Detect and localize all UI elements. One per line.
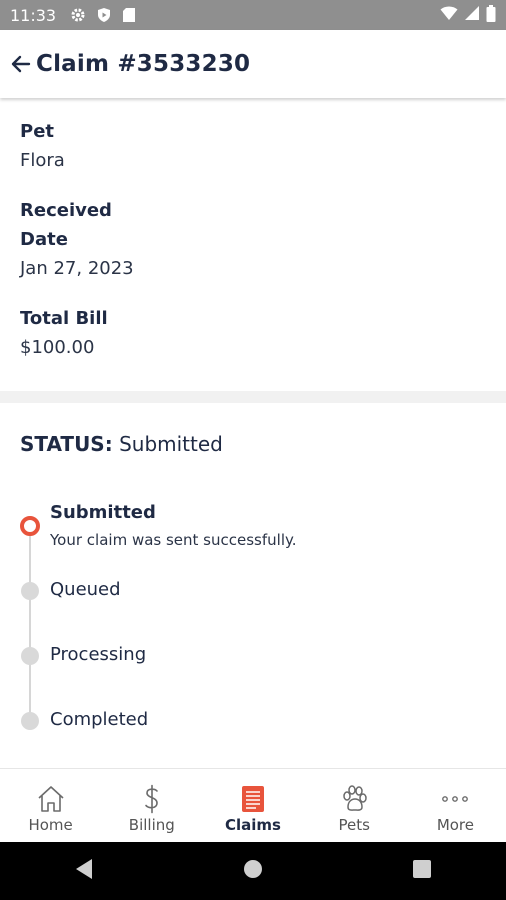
step-dot-queued — [21, 582, 39, 600]
timeline-line — [29, 526, 31, 722]
step-title-submitted: Submitted — [50, 502, 156, 523]
received-date-field: Received Date Jan 27, 2023 — [20, 196, 134, 283]
document-icon — [241, 783, 265, 815]
received-date-label-line2: Date — [20, 229, 68, 250]
system-recents-button[interactable] — [412, 859, 432, 883]
status-value: Submitted — [119, 432, 223, 456]
nav-pets-label: Pets — [338, 816, 370, 834]
nav-more[interactable]: More — [405, 769, 506, 843]
total-bill-field: Total Bill $100.00 — [20, 304, 108, 362]
triangle-back-icon — [76, 859, 92, 879]
status-bar: 11:33 — [0, 0, 506, 30]
bottom-nav: Home Billing Claims Pets More — [0, 768, 506, 843]
step-title-queued: Queued — [50, 579, 121, 600]
arrow-left-icon — [11, 55, 31, 73]
wifi-icon — [440, 5, 458, 25]
nav-claims-label: Claims — [225, 816, 281, 834]
section-divider — [0, 391, 506, 403]
nav-home[interactable]: Home — [0, 769, 101, 843]
nav-more-label: More — [436, 816, 474, 834]
nav-home-label: Home — [28, 816, 73, 834]
claim-details: Pet Flora Received Date Jan 27, 2023 Tot… — [0, 100, 506, 390]
received-date-value: Jan 27, 2023 — [20, 258, 134, 279]
step-dot-processing — [21, 647, 39, 665]
status-prefix: STATUS: — [20, 432, 113, 456]
pet-label: Pet — [20, 121, 55, 142]
step-description-submitted: Your claim was sent successfully. — [50, 531, 297, 549]
nav-pets[interactable]: Pets — [304, 769, 405, 843]
step-dot-submitted — [20, 516, 40, 536]
settings-icon — [70, 7, 86, 23]
system-back-button[interactable] — [74, 858, 94, 884]
home-icon — [36, 783, 66, 815]
more-icon — [440, 783, 470, 815]
circle-home-icon — [244, 860, 262, 878]
nav-claims[interactable]: Claims — [202, 769, 303, 843]
step-title-completed: Completed — [50, 709, 149, 730]
app-bar: Claim #3533230 — [0, 30, 506, 98]
pet-field: Pet Flora — [20, 117, 65, 175]
status-heading: STATUS: Submitted — [20, 432, 223, 456]
nav-billing-label: Billing — [128, 816, 175, 834]
signal-icon — [464, 5, 480, 25]
back-button[interactable] — [8, 51, 34, 77]
battery-icon — [486, 4, 496, 26]
square-recents-icon — [413, 860, 431, 878]
pet-value: Flora — [20, 150, 65, 171]
status-time: 11:33 — [10, 5, 57, 25]
total-bill-value: $100.00 — [20, 337, 95, 358]
received-date-label-line1: Received — [20, 200, 112, 221]
paw-icon — [339, 783, 369, 815]
system-nav-bar — [0, 842, 506, 900]
step-title-processing: Processing — [50, 644, 147, 665]
step-dot-completed — [21, 712, 39, 730]
system-home-button[interactable] — [242, 858, 264, 884]
dollar-icon — [140, 783, 164, 815]
shield-play-icon — [96, 7, 112, 23]
nav-billing[interactable]: Billing — [101, 769, 202, 843]
sd-card-icon — [122, 7, 136, 23]
page-title: Claim #3533230 — [36, 51, 251, 77]
total-bill-label: Total Bill — [20, 308, 108, 329]
